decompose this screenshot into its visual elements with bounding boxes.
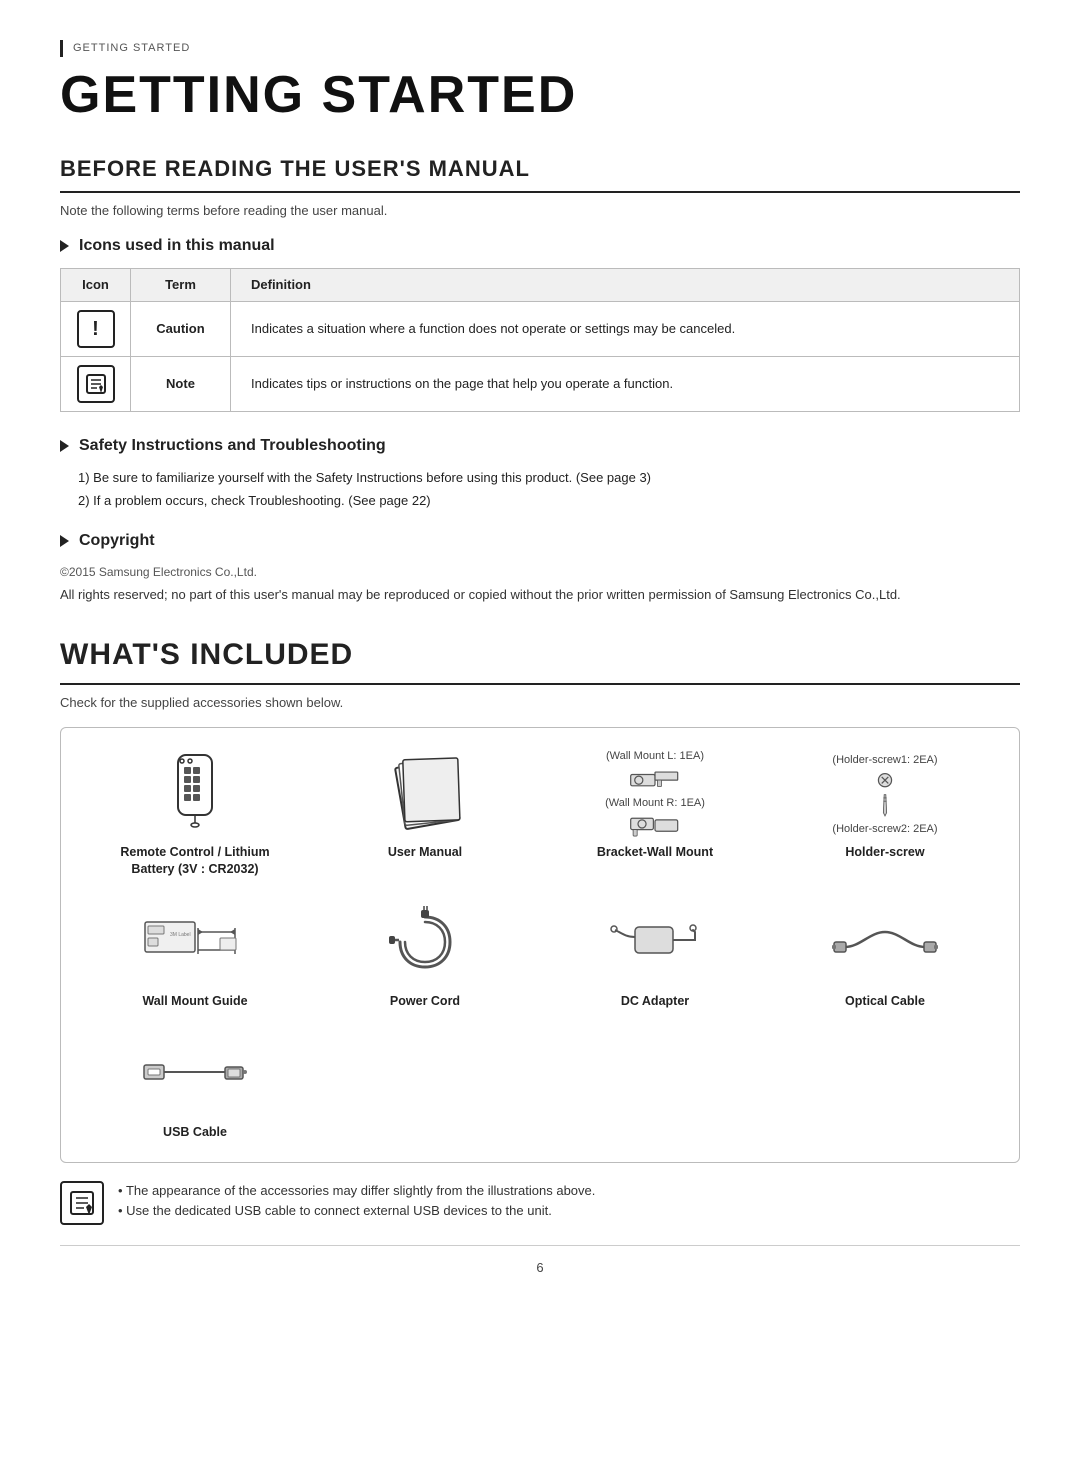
safety-list: 1) Be sure to familiarize yourself with … [78,468,1020,511]
user-manual-image [370,748,480,838]
note-term: Note [131,356,231,411]
svg-text:3M Label: 3M Label [170,932,191,938]
holder-screw-image: (Holder-screw1: 2EA) (Holder-screw2: 2EA… [830,748,940,838]
accessory-usb-cable: USB Cable [85,1028,305,1142]
power-cord-label: Power Cord [390,993,460,1011]
dc-adapter-image [600,897,710,987]
note-icon-large [60,1181,104,1225]
remote-control-image [140,748,250,838]
user-manual-label: User Manual [388,844,462,862]
accessory-dc-adapter: DC Adapter [545,897,765,1011]
dc-adapter-label: DC Adapter [621,993,689,1011]
breadcrumb: Getting Started [60,40,1020,57]
bracket-wall-mount-image: (Wall Mount L: 1EA) (Wall Mount R: 1EA) [600,748,710,838]
accessory-wall-mount-guide: 3M Label Wall Mount Guide [85,897,305,1011]
table-header-definition: Definition [231,269,1020,302]
arrow-icon [60,440,69,452]
optical-cable-label: Optical Cable [845,993,925,1011]
section1-subtitle: Note the following terms before reading … [60,201,1020,221]
section1-title: BEFORE READING THE USER'S MANUAL [60,152,1020,193]
accessory-user-manual: User Manual [315,748,535,879]
copyright-subsection-title: Copyright [60,529,1020,553]
note-content: The appearance of the accessories may di… [118,1181,595,1223]
power-cord-image [370,897,480,987]
accessory-power-cord: Power Cord [315,897,535,1011]
note-icon [77,365,115,403]
remote-label: Remote Control / Lithium Battery (3V : C… [120,844,269,879]
holder-screw-label: Holder-screw [845,844,924,862]
section2-subtitle: Check for the supplied accessories shown… [60,693,1020,713]
usb-cable-label: USB Cable [163,1124,227,1142]
accessory-remote-control: Remote Control / Lithium Battery (3V : C… [85,748,305,879]
bracket-label: Bracket-Wall Mount [597,844,713,862]
note-definition: Indicates tips or instructions on the pa… [231,356,1020,411]
wall-mount-r-label: (Wall Mount R: 1EA) [605,795,705,812]
accessory-holder-screw: (Holder-screw1: 2EA) (Holder-screw2: 2EA… [775,748,995,879]
copyright-body: All rights reserved; no part of this use… [60,585,1020,605]
icons-subsection-title: Icons used in this manual [60,234,1020,258]
arrow-icon [60,240,69,252]
accessory-optical-cable: Optical Cable [775,897,995,1011]
arrow-icon [60,535,69,547]
note-item-2: Use the dedicated USB cable to connect e… [118,1201,595,1222]
section2-title: WHAT'S INCLUDED [60,632,1020,685]
note-box-bottom: The appearance of the accessories may di… [60,1181,1020,1225]
accessories-box: Remote Control / Lithium Battery (3V : C… [60,727,1020,1163]
caution-icon: ! [77,310,115,348]
accessory-bracket-wall-mount: (Wall Mount L: 1EA) (Wall Mount R: 1EA) … [545,748,765,879]
caution-term: Caution [131,301,231,356]
main-title: GETTING STARTED [60,67,1020,124]
holder-screw2-label: (Holder-screw2: 2EA) [832,821,937,838]
copyright-section: ©2015 Samsung Electronics Co.,Ltd. All r… [60,563,1020,605]
usb-cable-image [140,1028,250,1118]
table-row: Note Indicates tips or instructions on t… [61,356,1020,411]
note-item-1: The appearance of the accessories may di… [118,1181,595,1202]
optical-cable-image [830,897,940,987]
safety-item-1: 1) Be sure to familiarize yourself with … [78,468,1020,488]
accessories-grid: Remote Control / Lithium Battery (3V : C… [85,748,995,1142]
wall-mount-guide-label: Wall Mount Guide [142,993,247,1011]
safety-item-2: 2) If a problem occurs, check Troublesho… [78,491,1020,511]
copyright-year: ©2015 Samsung Electronics Co.,Ltd. [60,563,1020,581]
icons-table: Icon Term Definition ! Caution Indicates… [60,268,1020,412]
wall-mount-l-label: (Wall Mount L: 1EA) [606,748,704,765]
safety-subsection-title: Safety Instructions and Troubleshooting [60,434,1020,458]
holder-screw1-label: (Holder-screw1: 2EA) [832,752,937,769]
table-header-icon: Icon [61,269,131,302]
table-header-term: Term [131,269,231,302]
wall-mount-guide-image: 3M Label [140,897,250,987]
table-row: ! Caution Indicates a situation where a … [61,301,1020,356]
caution-definition: Indicates a situation where a function d… [231,301,1020,356]
page-number: 6 [60,1245,1020,1278]
